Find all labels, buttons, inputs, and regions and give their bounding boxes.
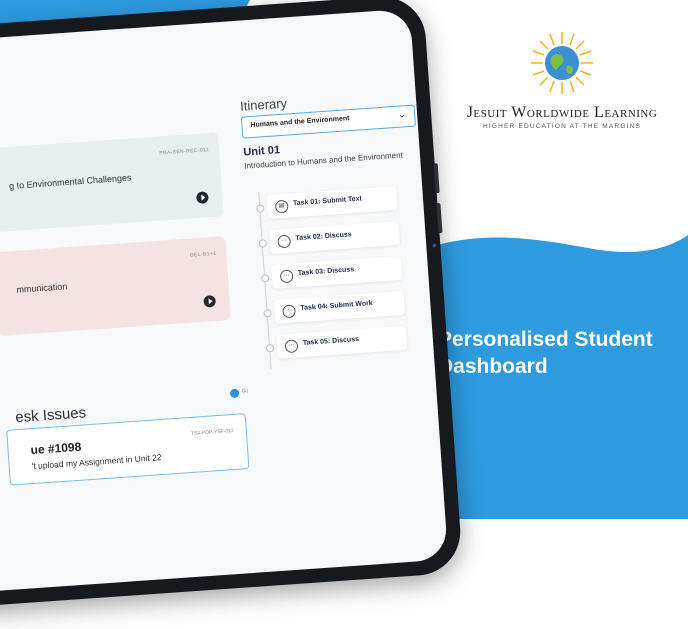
task-label: Task 04: Submit Work	[300, 299, 373, 313]
issues-count: (1)	[241, 387, 249, 395]
discuss-icon: ⋯	[279, 269, 294, 284]
course-title: mmunication	[16, 281, 68, 295]
discuss-icon: ⋯	[277, 234, 292, 249]
unit-title: Unit 01	[242, 144, 281, 159]
itinerary-title: Itinerary	[239, 95, 288, 114]
course-card[interactable]: GEL-B1+1 mmunication	[0, 236, 232, 337]
discuss-icon: ⋯	[284, 339, 299, 354]
globe-sun-logo-icon	[531, 32, 593, 94]
chevron-down-icon[interactable]: ⌄	[397, 109, 406, 121]
task-item[interactable]: ▤ Task 01: Submit Text	[266, 186, 398, 220]
course-title: g to Environmental Challenges	[8, 172, 132, 192]
submit-text-icon: ▤	[274, 199, 289, 214]
play-icon[interactable]	[196, 191, 209, 204]
course-card[interactable]: PBA-SEN-REC-011 g to Environmental Chall…	[0, 132, 224, 233]
task-label: Task 03: Discuss	[297, 266, 355, 278]
issue-number: ue #1098	[30, 439, 82, 458]
tablet-screen: PBA-SEN-REC-011 g to Environmental Chall…	[0, 8, 449, 594]
volume-up-button	[433, 163, 440, 194]
task-label: Task 01: Submit Text	[292, 195, 363, 208]
task-label: Task 05: Discuss	[302, 336, 360, 347]
task-item[interactable]: ↑ Task 04: Submit Work	[273, 290, 406, 324]
volume-down-button	[436, 203, 443, 234]
task-item[interactable]: ⋯ Task 05: Discuss	[276, 325, 408, 359]
timeline-dot	[265, 343, 275, 353]
task-label: Task 02: Discuss	[295, 231, 352, 243]
upload-icon: ↑	[282, 304, 296, 319]
timeline-dot	[260, 274, 270, 283]
course-select-value: Humans and the Environment	[250, 115, 350, 130]
course-code: PBA-SEN-REC-011	[159, 147, 210, 157]
play-icon[interactable]	[203, 294, 217, 308]
issues-heading: esk Issues	[14, 404, 87, 427]
task-item[interactable]: ⋯ Task 03: Discuss	[271, 255, 403, 289]
course-code: GEL-B1+1	[189, 250, 217, 259]
tablet-frame: PBA-SEN-REC-011 g to Environmental Chall…	[0, 0, 464, 609]
timeline-dot	[263, 309, 272, 318]
task-item[interactable]: ⋯ Task 02: Discuss	[268, 220, 401, 254]
timeline-dot	[258, 239, 268, 248]
issue-code: TS4-POP-YSF-012	[190, 427, 234, 437]
notification-icon[interactable]	[229, 388, 240, 399]
tablet-mockup: PBA-SEN-REC-011 g to Environmental Chall…	[0, 0, 544, 629]
camera-dot	[432, 243, 437, 248]
timeline-dot	[256, 204, 265, 213]
